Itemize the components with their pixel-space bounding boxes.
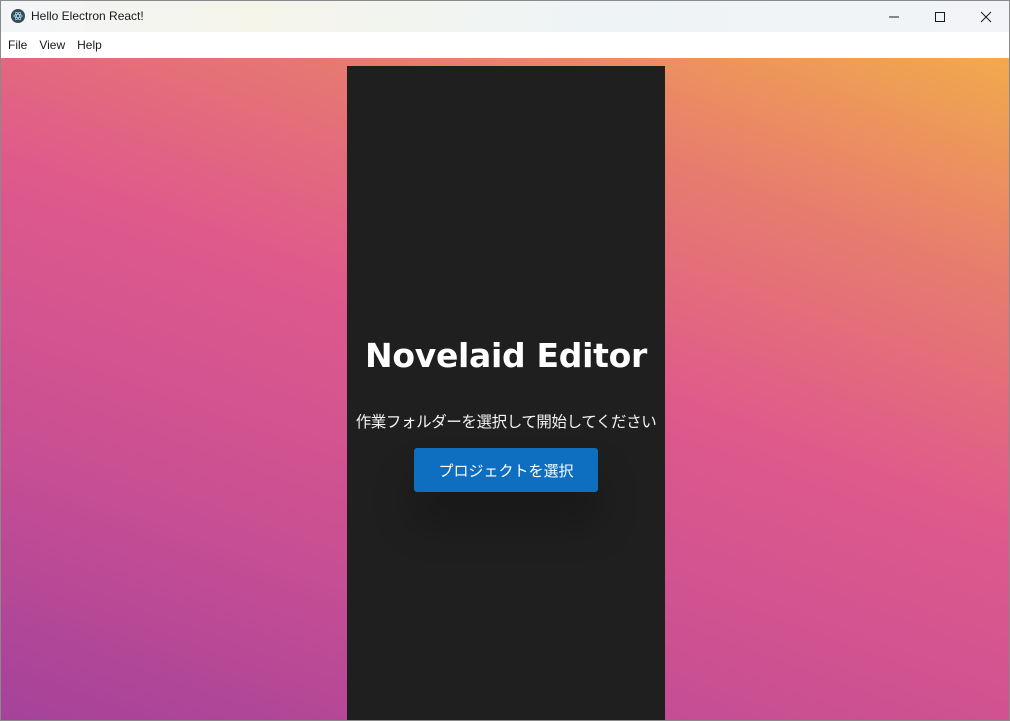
welcome-panel: Novelaid Editor 作業フォルダーを選択して開始してください プロジ… xyxy=(347,66,665,720)
app-heading: Novelaid Editor xyxy=(365,336,647,375)
menu-view[interactable]: View xyxy=(33,32,71,58)
maximize-button[interactable] xyxy=(917,1,963,32)
title-bar[interactable]: Hello Electron React! xyxy=(1,1,1009,32)
close-button[interactable] xyxy=(963,1,1009,32)
menu-help[interactable]: Help xyxy=(71,32,108,58)
menu-file[interactable]: File xyxy=(2,32,33,58)
window-title: Hello Electron React! xyxy=(31,9,144,23)
instruction-text: 作業フォルダーを選択して開始してください xyxy=(355,413,657,431)
close-icon xyxy=(980,11,992,22)
app-window: Hello Electron React! File View Help Nov… xyxy=(0,0,1010,721)
electron-atom-icon xyxy=(11,9,25,23)
maximize-icon xyxy=(935,11,945,22)
minimize-icon xyxy=(889,16,899,17)
minimize-button[interactable] xyxy=(871,1,917,32)
menu-bar: File View Help xyxy=(1,32,1009,58)
gradient-background: Novelaid Editor 作業フォルダーを選択して開始してください プロジ… xyxy=(1,58,1009,720)
select-project-button[interactable]: プロジェクトを選択 xyxy=(414,448,598,492)
